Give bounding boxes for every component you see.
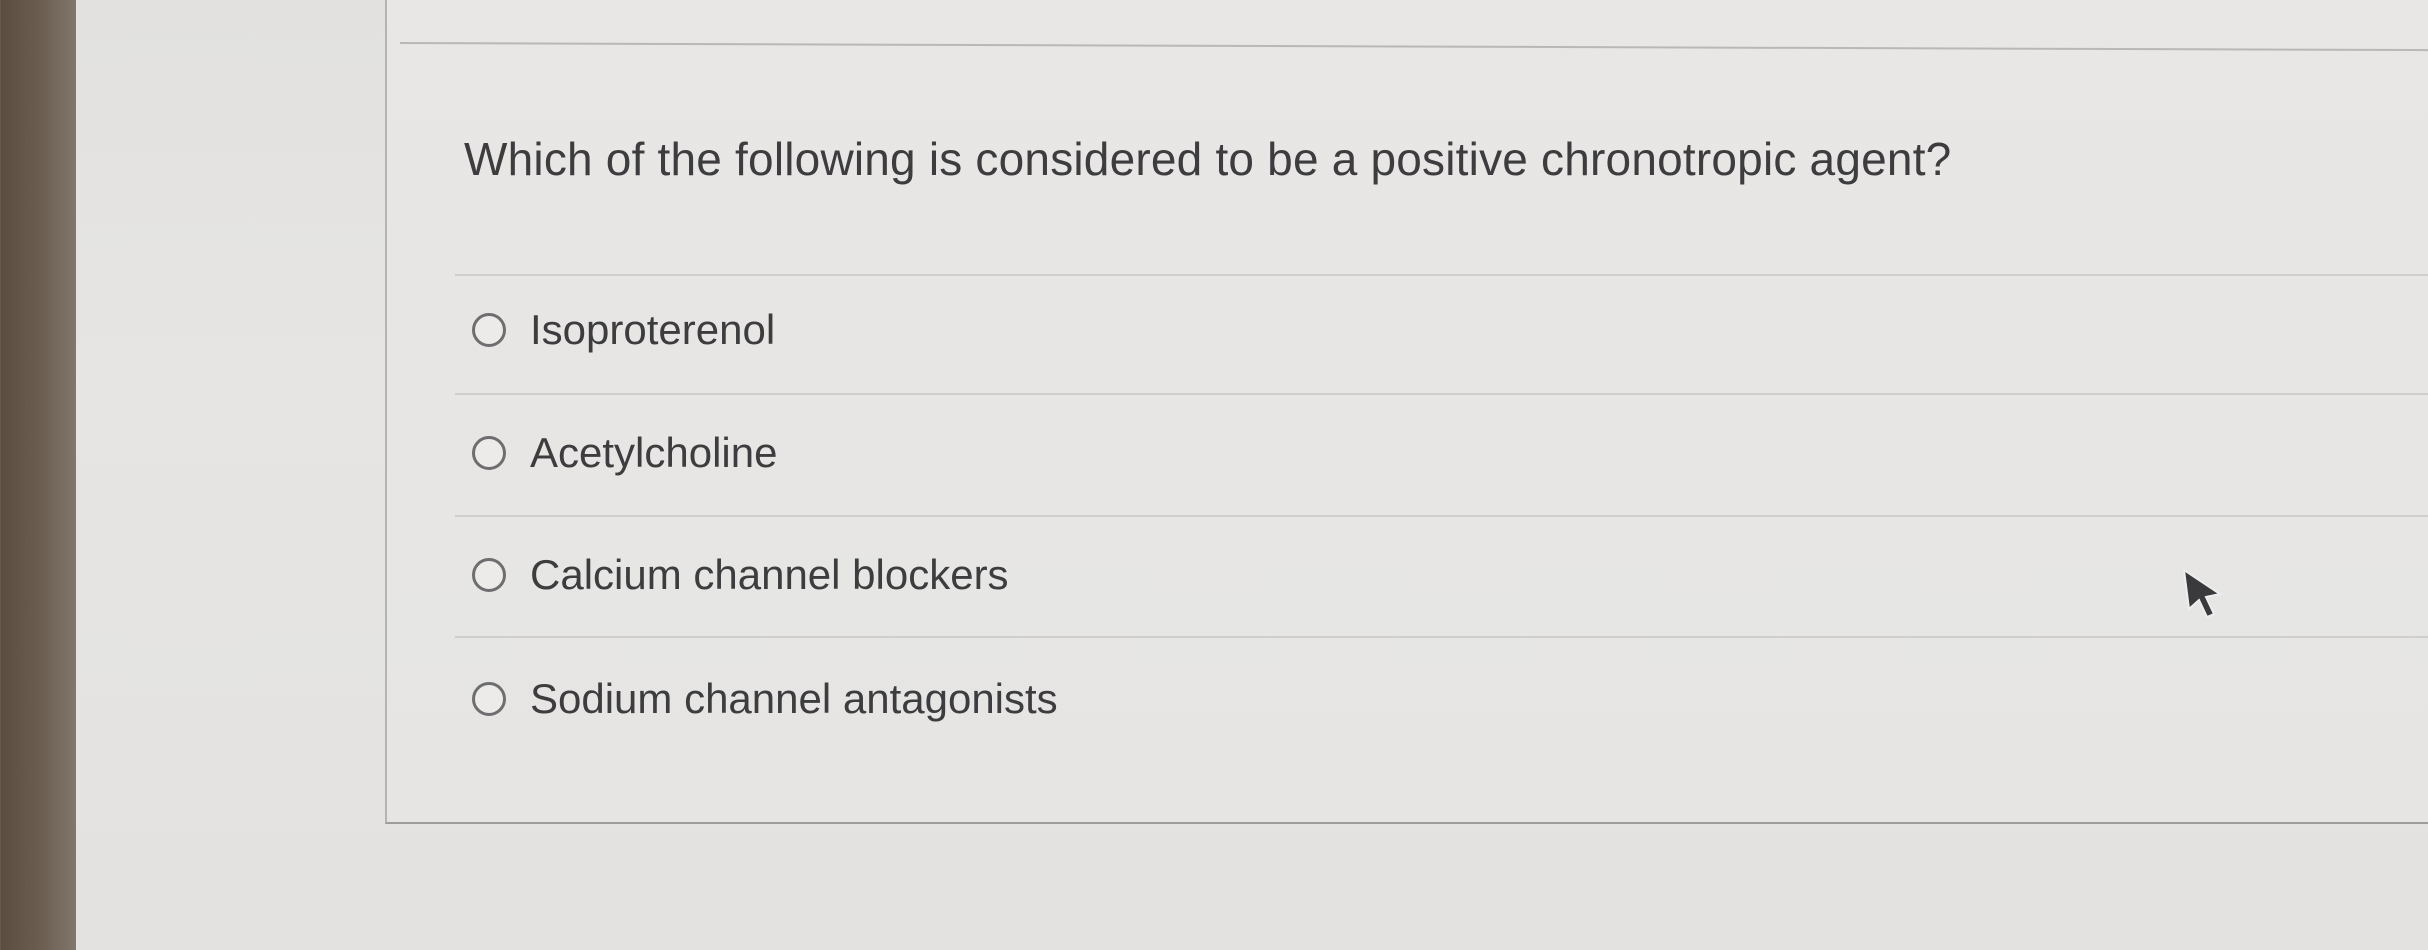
option-sodium-channel-antagonists[interactable]: Sodium channel antagonists	[472, 669, 1058, 729]
option-acetylcholine[interactable]: Acetylcholine	[472, 423, 777, 483]
radio-button-icon[interactable]	[472, 682, 506, 716]
divider	[455, 393, 2428, 395]
option-label: Sodium channel antagonists	[530, 675, 1058, 722]
radio-button-icon[interactable]	[472, 436, 506, 470]
option-label: Acetylcholine	[530, 429, 778, 476]
divider	[455, 274, 2428, 276]
mouse-pointer-icon	[2182, 568, 2223, 619]
option-isoproterenol[interactable]: Isoproterenol	[472, 300, 775, 360]
divider	[455, 636, 2428, 638]
divider	[455, 515, 2428, 517]
radio-button-icon[interactable]	[472, 313, 506, 347]
option-calcium-channel-blockers[interactable]: Calcium channel blockers	[472, 545, 1009, 605]
question-text: Which of the following is considered to …	[464, 133, 1952, 185]
option-label: Isoproterenol	[530, 306, 776, 353]
option-label: Calcium channel blockers	[530, 551, 1009, 598]
radio-button-icon[interactable]	[472, 558, 506, 592]
